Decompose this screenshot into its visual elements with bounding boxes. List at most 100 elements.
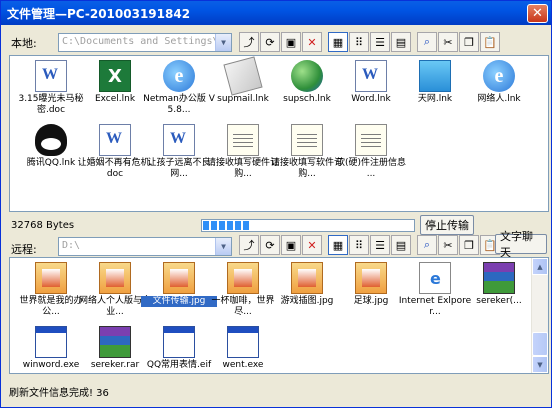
jpg-icon <box>227 262 259 294</box>
file-item[interactable]: 足球.jpg <box>340 262 402 307</box>
up-folder-icon[interactable]: ⤴ <box>239 235 259 255</box>
paste-icon[interactable]: 📋 <box>480 32 500 52</box>
file-item[interactable]: sereker.rar <box>84 326 146 371</box>
chevron-down-icon[interactable]: ▼ <box>215 34 231 51</box>
notepad-icon <box>355 124 387 156</box>
file-item[interactable]: Internet Exlporer... <box>399 262 471 318</box>
small-icons-view-icon[interactable]: ⠿ <box>349 235 369 255</box>
remote-file-list[interactable]: ▲ ▼ 世界就是我的办公... 网络人个人版与企业... 文件传输.jpg 一杯咖啡，… <box>9 257 549 374</box>
jpg-icon <box>99 262 131 294</box>
progress-segment <box>227 221 233 230</box>
local-path-combo[interactable]: C:\Documents and Settings\Admir ▼ <box>58 33 232 52</box>
file-item[interactable]: 游戏插图.jpg <box>276 262 338 307</box>
cut-icon[interactable]: ✂ <box>438 32 458 52</box>
file-item[interactable]: supsch.lnk <box>276 60 338 105</box>
refresh-icon[interactable]: ⟳ <box>260 32 280 52</box>
jpg-icon <box>35 262 67 294</box>
exe-icon <box>227 326 259 358</box>
notepad-icon <box>227 124 259 156</box>
list-view-icon[interactable]: ☰ <box>370 32 390 52</box>
jpg-icon <box>163 262 195 294</box>
local-path-text: C:\Documents and Settings\Admir <box>62 36 232 47</box>
file-item[interactable]: winword.exe <box>20 326 82 371</box>
text-chat-button[interactable]: 文字聊天 <box>495 230 547 259</box>
file-item[interactable]: 让孩子远离不良网... <box>147 124 211 180</box>
file-item[interactable]: sereker(... <box>468 262 530 307</box>
file-item[interactable]: X Excel.lnk <box>84 60 146 105</box>
word-doc-icon <box>35 60 67 92</box>
copy-icon[interactable]: ❐ <box>459 32 479 52</box>
remote-path-text: D:\ <box>62 240 81 251</box>
scroll-up-icon[interactable]: ▲ <box>532 258 548 275</box>
close-button[interactable]: ✕ <box>527 3 548 23</box>
file-item[interactable]: 请接收填写软件订购... <box>271 124 343 180</box>
remote-path-combo[interactable]: D:\ ▼ <box>58 237 232 256</box>
file-item[interactable]: went.exe <box>212 326 274 371</box>
progress-segment <box>211 221 217 230</box>
exe-icon <box>163 326 195 358</box>
globe-icon <box>291 60 323 92</box>
remote-scrollbar[interactable]: ▲ ▼ <box>531 258 548 373</box>
file-item[interactable]: 文件传输.jpg <box>141 262 217 307</box>
mail-icon <box>223 56 263 96</box>
details-view-icon[interactable]: ▤ <box>391 235 411 255</box>
file-item[interactable]: 请接收填写硬件订购... <box>207 124 279 180</box>
file-item[interactable]: 世界就是我的办公... <box>19 262 83 318</box>
small-icons-view-icon[interactable]: ⠿ <box>349 32 369 52</box>
progress-segment <box>243 221 249 230</box>
new-folder-icon[interactable]: ▣ <box>281 32 301 52</box>
file-label: 软(硬)件注册信息 ... <box>335 158 409 179</box>
stop-transfer-button[interactable]: 停止传输 <box>420 215 474 235</box>
rar-icon <box>99 326 131 358</box>
rar-icon <box>483 262 515 294</box>
delete-icon[interactable]: ✕ <box>302 32 322 52</box>
details-view-icon[interactable]: ▤ <box>391 32 411 52</box>
large-icons-view-icon[interactable]: ▦ <box>328 32 348 52</box>
excel-icon: X <box>99 60 131 92</box>
ie-icon: e <box>163 60 195 92</box>
file-item[interactable]: 一杯咖啡，世界尽... <box>211 262 275 318</box>
large-icons-view-icon[interactable]: ▦ <box>328 235 348 255</box>
refresh-icon[interactable]: ⟳ <box>260 235 280 255</box>
find-icon[interactable]: ⌕ <box>417 32 437 52</box>
exe-icon <box>35 326 67 358</box>
file-item[interactable]: e 网络人.lnk <box>468 60 530 105</box>
word-doc-icon <box>99 124 131 156</box>
file-item[interactable]: Word.lnk <box>340 60 402 105</box>
local-label: 本地: <box>11 37 37 50</box>
local-file-list[interactable]: 3.15曝光未马秘密.docXExcel.lnkeNetman办公版 V5.8.… <box>9 55 549 212</box>
toolbar-separator <box>323 235 327 255</box>
chevron-down-icon[interactable]: ▼ <box>215 238 231 255</box>
remote-toolbar: ⤴ ⟳ ▣ ✕ ▦ ⠿ ☰ ▤ ⌕ ✂ ❐ 📋 <box>239 235 500 255</box>
jpg-icon <box>291 262 323 294</box>
up-folder-icon[interactable]: ⤴ <box>239 32 259 52</box>
delete-icon[interactable]: ✕ <box>302 235 322 255</box>
htm-icon <box>419 262 451 294</box>
scroll-down-icon[interactable]: ▼ <box>532 356 548 373</box>
jpg-icon <box>355 262 387 294</box>
file-item[interactable]: e Netman办公版 V5.8... <box>143 60 215 116</box>
find-icon[interactable]: ⌕ <box>417 235 437 255</box>
file-item[interactable]: 天网.lnk <box>404 60 466 105</box>
file-item[interactable]: 网络人个人版与企业... <box>79 262 151 318</box>
file-item[interactable]: 让婚姻不再有危机.doc <box>78 124 152 180</box>
progress-segment <box>219 221 225 230</box>
status-message: 刷新文件信息完成! 36 <box>9 388 109 399</box>
ie-icon: e <box>483 60 515 92</box>
remote-label: 远程: <box>11 243 37 256</box>
file-item[interactable]: 软(硬)件注册信息 ... <box>336 124 406 180</box>
qq-icon <box>35 124 67 156</box>
cut-icon[interactable]: ✂ <box>438 235 458 255</box>
list-view-icon[interactable]: ☰ <box>370 235 390 255</box>
file-item[interactable]: 腾讯QQ.lnk <box>20 124 82 169</box>
file-label: sereker(... <box>476 296 522 306</box>
scroll-thumb[interactable] <box>532 332 548 356</box>
title-bar[interactable]: 文件管理—PC-201003191842 ✕ <box>1 1 551 25</box>
file-item[interactable]: 3.15曝光未马秘密.doc <box>18 60 84 116</box>
file-item[interactable]: QQ常用表情.eif <box>147 326 211 371</box>
file-item[interactable]: supmail.lnk <box>212 56 274 105</box>
toolbar-separator <box>412 32 416 52</box>
copy-icon[interactable]: ❐ <box>459 235 479 255</box>
new-folder-icon[interactable]: ▣ <box>281 235 301 255</box>
word-icon <box>355 60 387 92</box>
